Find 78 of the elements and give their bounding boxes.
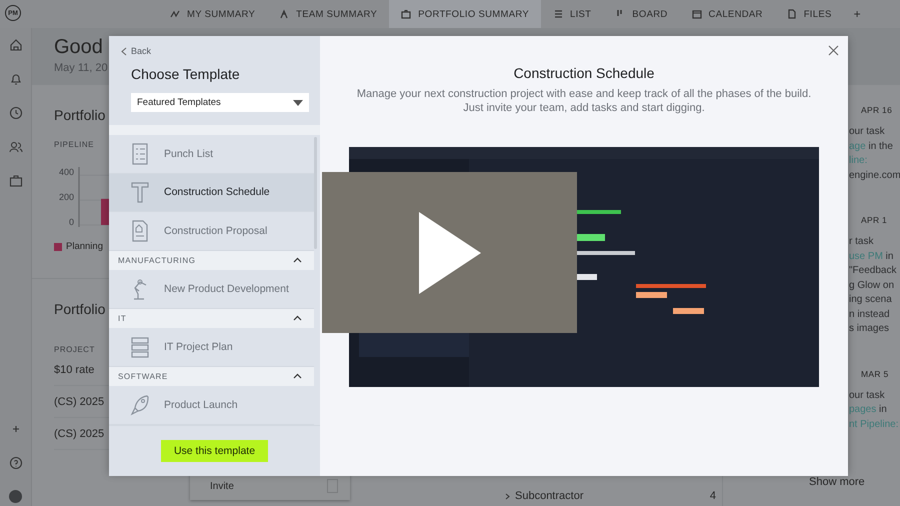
activity-text: r task — [849, 235, 874, 249]
close-icon[interactable] — [828, 45, 839, 56]
document-icon — [130, 220, 150, 242]
greeting-heading: Good — [54, 36, 103, 59]
activity-date: MAR 5 — [861, 368, 890, 378]
legend-label: Planning — [66, 241, 103, 252]
caret-icon — [293, 100, 303, 106]
template-item[interactable]: Construction Schedule — [109, 174, 314, 212]
activity-text: n instead — [849, 308, 891, 322]
date-text: May 11, 20 — [54, 62, 108, 74]
back-link[interactable]: Back — [121, 46, 152, 56]
project-name[interactable]: (CS) 2025 — [54, 396, 104, 408]
nav-tab[interactable]: PORTFOLIO SUMMARY — [389, 0, 541, 28]
axis-tick-label: 0 — [68, 217, 74, 227]
category-label: Subcontractor — [515, 490, 584, 502]
nav-tab[interactable]: LIST — [540, 0, 604, 28]
briefcase-icon[interactable] — [8, 174, 22, 188]
play-button[interactable] — [322, 172, 577, 333]
chevron-icon[interactable] — [293, 315, 302, 322]
activity-text: g Glow on — [849, 278, 896, 292]
use-template-button[interactable]: Use this template — [160, 440, 268, 462]
nav-tab[interactable]: BOARD — [603, 0, 680, 28]
chart-label: PIPELINE — [54, 140, 94, 149]
category-header[interactable]: MANUFACTURING — [109, 250, 314, 270]
nav-tab[interactable]: FILES — [774, 0, 844, 28]
section-title: Portfolio — [54, 301, 106, 317]
activity-text: age in the — [849, 140, 894, 154]
activity-date: APR 16 — [861, 105, 894, 115]
column-header: PROJECT — [54, 345, 95, 354]
y-axis — [78, 167, 80, 227]
activity-text: our task — [849, 125, 886, 139]
nav-tab[interactable]: TEAM SUMMARY — [267, 0, 390, 28]
activity-text: s images — [849, 322, 890, 336]
template-description: Manage your next construction project with ease and keep track of all the phases of the build. Just invite your team, add tasks and start digging. — [356, 87, 812, 115]
play-icon — [418, 212, 480, 294]
file-icon — [786, 9, 797, 19]
category-title: IT — [118, 314, 126, 323]
activity-date: APR 1 — [861, 215, 888, 225]
server-icon — [130, 336, 150, 358]
nav-tab[interactable]: MY SUMMARY — [158, 0, 268, 28]
activity-text: ing scena — [849, 293, 893, 307]
axis-tick-label: 200 — [58, 192, 74, 202]
chevron-icon[interactable] — [293, 373, 302, 380]
checklist-icon — [130, 142, 150, 165]
bell-icon[interactable] — [8, 72, 22, 86]
category-header[interactable]: IT — [109, 308, 314, 328]
hammer-icon — [130, 181, 150, 204]
activity-text: "Feedback — [849, 264, 896, 278]
wave-icon — [170, 9, 180, 19]
help-icon[interactable] — [8, 456, 22, 470]
rocket-icon — [130, 394, 150, 416]
axis-tick-label: 400 — [58, 167, 74, 177]
category-header[interactable]: SOFTWARE — [109, 366, 314, 386]
activity-text: engine.com — [849, 168, 900, 182]
category-title: SOFTWARE — [118, 372, 168, 381]
activity-text: our task — [849, 388, 886, 402]
template-title: Construction Schedule — [514, 65, 654, 81]
project-name[interactable]: $10 rate — [54, 364, 94, 376]
briefcase-icon — [401, 9, 412, 19]
people-icon[interactable] — [8, 140, 22, 154]
template-item[interactable]: Product Launch — [109, 386, 314, 424]
avatar[interactable] — [9, 490, 22, 503]
show-more-link[interactable]: Show more — [809, 476, 865, 488]
activity-text: pages in — [849, 403, 888, 417]
count-text: 4 — [710, 490, 717, 502]
calendar-icon — [692, 9, 702, 19]
list-icon — [552, 9, 563, 19]
home-icon[interactable] — [8, 38, 22, 52]
project-name[interactable]: (CS) 2025 — [54, 428, 104, 440]
template-dropdown[interactable]: Featured Templates — [131, 93, 309, 112]
nav-tab[interactable]: CALENDAR — [680, 0, 775, 28]
section-title: Portfolio — [54, 107, 106, 123]
clock-icon[interactable] — [8, 106, 22, 120]
panel-title: Choose Template — [131, 66, 241, 82]
add-tab-button[interactable]: + — [844, 0, 871, 28]
activity-text: use PM in — [849, 250, 894, 264]
chevron-icon[interactable] — [293, 257, 302, 264]
category-title: MANUFACTURING — [118, 256, 196, 265]
